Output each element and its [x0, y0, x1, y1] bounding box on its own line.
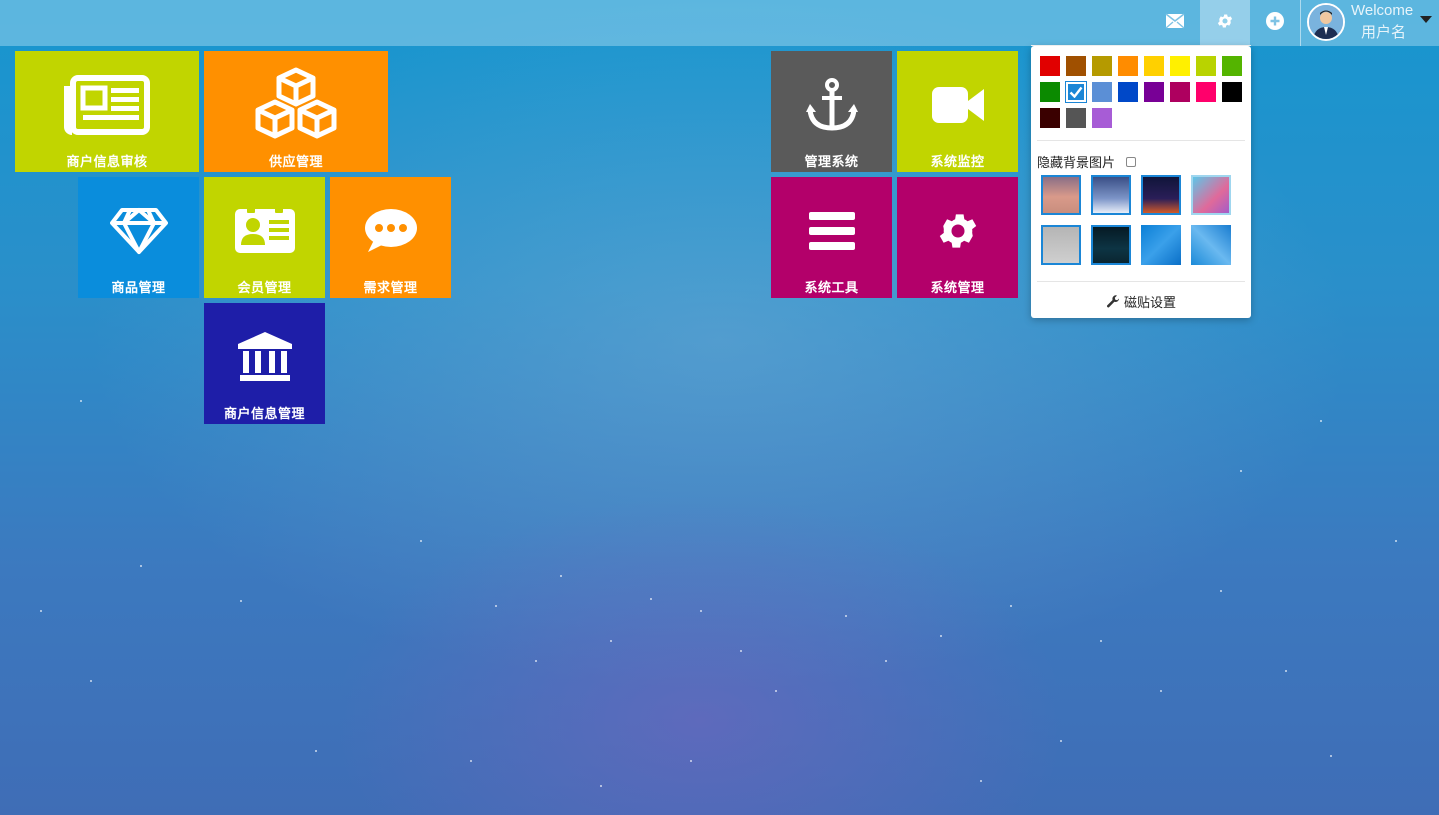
background-thumb-grey-fog[interactable] — [1041, 225, 1081, 265]
tile-merchant-management[interactable]: 商户信息管理 — [204, 303, 325, 424]
mail-button[interactable] — [1150, 0, 1200, 46]
tile-demands[interactable]: 需求管理 — [330, 177, 451, 298]
top-bar: Welcome 用户名 — [0, 0, 1439, 46]
color-swatch[interactable] — [1092, 56, 1112, 76]
color-swatch[interactable] — [1066, 108, 1086, 128]
background-thumb-dark-teal[interactable] — [1091, 225, 1131, 265]
settings-button[interactable] — [1200, 0, 1250, 46]
tile-merchant-review[interactable]: 商户信息审核 — [15, 51, 199, 172]
tile-label: 系统管理 — [930, 281, 985, 296]
tile-label: 需求管理 — [363, 281, 418, 296]
color-swatch[interactable] — [1040, 82, 1060, 102]
tile-label: 会员管理 — [237, 281, 292, 296]
gear-icon — [1216, 12, 1234, 34]
color-swatch[interactable] — [1170, 56, 1190, 76]
tile-management-system[interactable]: 管理系统 — [771, 51, 892, 172]
diamond-icon — [109, 207, 168, 255]
color-swatch[interactable] — [1144, 56, 1164, 76]
mail-icon — [1165, 13, 1185, 33]
checkmark-icon — [1069, 86, 1083, 98]
anchor-icon — [805, 77, 858, 132]
tile-label: 供应管理 — [268, 155, 323, 170]
user-menu[interactable]: Welcome 用户名 — [1300, 0, 1439, 46]
divider — [1037, 140, 1245, 141]
tile-label: 商品管理 — [111, 281, 166, 296]
tile-label: 管理系统 — [804, 155, 859, 170]
background-thumb-night-city[interactable] — [1141, 175, 1181, 215]
newspaper-icon — [63, 74, 151, 135]
chevron-down-icon — [1420, 16, 1432, 23]
tile-products[interactable]: 商品管理 — [78, 177, 199, 298]
background-thumb-pink-blue-blur[interactable] — [1191, 175, 1231, 215]
username: 用户名 — [1361, 23, 1407, 41]
hide-background-checkbox[interactable] — [1126, 157, 1136, 167]
add-button[interactable] — [1250, 0, 1300, 46]
bars-icon — [808, 211, 855, 250]
divider — [1037, 281, 1245, 282]
color-swatch[interactable] — [1222, 56, 1242, 76]
wrench-icon — [1106, 295, 1120, 313]
color-swatch[interactable] — [1118, 56, 1138, 76]
cubes-icon — [249, 67, 343, 143]
background-thumb-dusk-pink[interactable] — [1041, 175, 1081, 215]
video-camera-icon — [931, 86, 984, 124]
color-swatch[interactable] — [1144, 82, 1164, 102]
color-swatch[interactable] — [1118, 82, 1138, 102]
tile-label: 系统监控 — [930, 155, 985, 170]
tile-label: 商户信息管理 — [223, 407, 305, 422]
color-swatch[interactable] — [1196, 56, 1216, 76]
color-swatch[interactable] — [1066, 56, 1086, 76]
tile-members[interactable]: 会员管理 — [204, 177, 325, 298]
color-swatch[interactable] — [1092, 82, 1112, 102]
background-thumb-blue-mountain[interactable] — [1091, 175, 1131, 215]
color-swatch[interactable] — [1066, 82, 1086, 102]
tile-supply[interactable]: 供应管理 — [204, 51, 388, 172]
tile-system-tools[interactable]: 系统工具 — [771, 177, 892, 298]
tile-label: 商户信息审核 — [66, 155, 148, 170]
tile-settings-button[interactable]: 磁贴设置 — [1031, 292, 1251, 313]
chat-bubble-icon — [364, 208, 418, 254]
settings-dropdown: 隐藏背景图片 磁贴设置 — [1031, 45, 1251, 318]
tile-label: 系统工具 — [804, 281, 859, 296]
avatar — [1307, 3, 1345, 41]
hide-background-label: 隐藏背景图片 — [1037, 156, 1116, 171]
background-thumb-blue-abstract-2[interactable] — [1191, 225, 1231, 265]
color-swatch[interactable] — [1092, 108, 1112, 128]
tile-system-monitor[interactable]: 系统监控 — [897, 51, 1018, 172]
color-swatch[interactable] — [1222, 82, 1242, 102]
plus-circle-icon — [1266, 12, 1284, 34]
bank-icon — [237, 331, 293, 383]
color-swatch[interactable] — [1040, 56, 1060, 76]
contact-card-icon — [234, 206, 295, 255]
tile-settings-label: 磁贴设置 — [1123, 296, 1176, 311]
color-swatch[interactable] — [1040, 108, 1060, 128]
color-swatch[interactable] — [1196, 82, 1216, 102]
background-thumb-blue-abstract-1[interactable] — [1141, 225, 1181, 265]
gear-icon — [935, 208, 981, 254]
color-swatch[interactable] — [1170, 82, 1190, 102]
welcome-text: Welcome — [1351, 2, 1414, 19]
tile-system-settings[interactable]: 系统管理 — [897, 177, 1018, 298]
